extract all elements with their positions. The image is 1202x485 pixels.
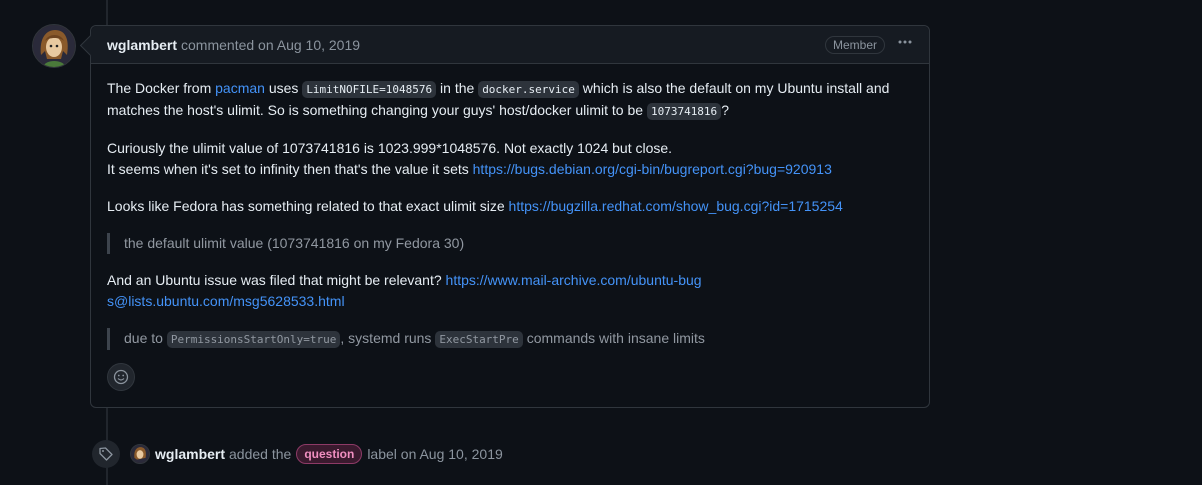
label-event: wglambert added the question label on Au… (92, 440, 503, 468)
blockquote-systemd: due to PermissionsStartOnly=true, system… (107, 328, 913, 350)
text: , systemd runs (340, 330, 436, 346)
text: in the (436, 80, 479, 96)
comment-header: wglambert commented on Aug 10, 2019 Memb… (91, 26, 929, 64)
paragraph-ulimit: Curiously the ulimit value of 1073741816… (107, 138, 913, 180)
add-reaction-button[interactable] (107, 363, 135, 391)
text: commands with insane limits (522, 330, 705, 346)
text: The Docker from (107, 80, 216, 96)
event-author[interactable]: wglambert (155, 446, 225, 462)
text: due to (124, 330, 167, 346)
quote-text: the default ulimit value (1073741816 on … (124, 235, 465, 251)
member-badge: Member (824, 35, 885, 54)
text: And an Ubuntu issue was filed that might… (107, 272, 446, 288)
tag-icon (92, 440, 120, 468)
avatar-image (33, 25, 75, 67)
text: It seems when it's set to infinity then … (107, 161, 473, 177)
comment-card: wglambert commented on Aug 10, 2019 Memb… (90, 25, 930, 408)
pacman-link[interactable]: pacman (215, 80, 265, 96)
inline-code: docker.service (478, 81, 579, 98)
comment-body: The Docker from pacman uses LimitNOFILE=… (91, 64, 929, 350)
question-label[interactable]: question (296, 444, 363, 464)
inline-code: 1073741816 (646, 103, 722, 120)
event-avatar[interactable] (130, 444, 150, 464)
inline-code: ExecStartPre (435, 331, 523, 348)
kebab-horizontal-icon[interactable] (897, 34, 913, 55)
inline-code: LimitNOFILE=1048576 (302, 81, 437, 98)
inline-code: PermissionsStartOnly=true (166, 331, 341, 348)
event-timestamp[interactable]: label on Aug 10, 2019 (367, 446, 502, 462)
debian-bug-link[interactable]: https://bugs.debian.org/cgi-bin/bugrepor… (473, 161, 832, 177)
event-action: added the (229, 446, 292, 462)
blockquote-fedora: the default ulimit value (1073741816 on … (107, 233, 913, 254)
text: Looks like Fedora has something related … (107, 198, 509, 214)
comment-timestamp[interactable]: commented on Aug 10, 2019 (181, 37, 360, 53)
paragraph-ubuntu: And an Ubuntu issue was filed that might… (107, 270, 707, 312)
comment-author[interactable]: wglambert (107, 37, 177, 53)
smiley-icon (113, 369, 129, 385)
redhat-bug-link[interactable]: https://bugzilla.redhat.com/show_bug.cgi… (509, 198, 843, 214)
paragraph-docker: The Docker from pacman uses LimitNOFILE=… (107, 78, 913, 122)
paragraph-fedora: Looks like Fedora has something related … (107, 196, 913, 217)
text: Curiously the ulimit value of 1073741816… (107, 140, 673, 156)
text: ? (721, 102, 729, 118)
avatar[interactable] (32, 24, 76, 68)
text: uses (264, 80, 303, 96)
